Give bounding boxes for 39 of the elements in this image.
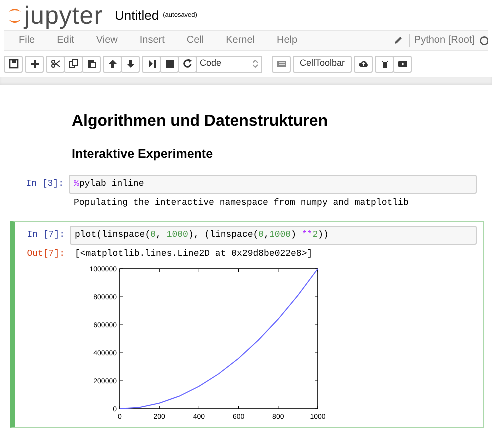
menu-item[interactable]: View [85,31,129,50]
menu-item[interactable]: File [8,31,46,50]
notebook-title[interactable]: Untitled [115,6,160,26]
output-text: Populating the interactive namespace from numpy and matplotlib [73,197,409,210]
jupyter-logo-text[interactable]: jupyter [24,4,104,28]
save-icon[interactable] [4,56,23,72]
stop-icon[interactable] [160,56,179,72]
scissors-icon[interactable] [46,56,65,72]
section-heading: Interaktive Experimente [72,146,214,162]
spinner-arrows-icon [253,60,258,68]
output-text: [<matplotlib.lines.Line2D at 0x29d8be022e8>] [74,248,314,261]
menu-item[interactable]: Help [266,31,309,50]
notebook-heading: Algorithmen und Datenstrukturen [72,112,330,132]
input-prompt: In [3]: [25,178,65,191]
jupyter-logo-icon [8,7,22,25]
copy-icon[interactable] [64,56,83,72]
menu-item[interactable]: Edit [46,31,86,50]
kernel-name: Python [Root] [409,34,475,47]
step-icon[interactable] [142,56,161,72]
input-prompt: In [7]: [26,229,66,242]
output-prompt: Out[7]: [26,248,66,261]
menu-item[interactable]: Kernel [215,31,266,50]
arrow-down-icon[interactable] [121,56,140,72]
code-input[interactable]: %pylab inline [69,175,477,194]
keyboard-icon[interactable] [272,56,291,72]
code-input[interactable]: plot(linspace(0, 1000), (linspace(0,1000) **2)) [70,226,477,245]
menu-item[interactable]: Cell [176,31,216,50]
cell-toolbar-button[interactable]: CellToolbar [293,56,352,72]
pencil-icon[interactable] [394,36,404,45]
cell-type-select[interactable]: Code [196,56,262,72]
cloud-upload-icon[interactable] [354,56,374,72]
kernel-status-icon [479,36,488,46]
refresh-icon[interactable] [178,56,197,72]
plus-icon[interactable] [25,56,44,72]
bug-icon[interactable] [375,56,394,72]
screen-icon[interactable] [393,56,412,72]
menu-item[interactable]: Insert [128,31,176,50]
arrow-up-icon[interactable] [103,56,122,72]
paste-icon[interactable] [82,56,101,72]
